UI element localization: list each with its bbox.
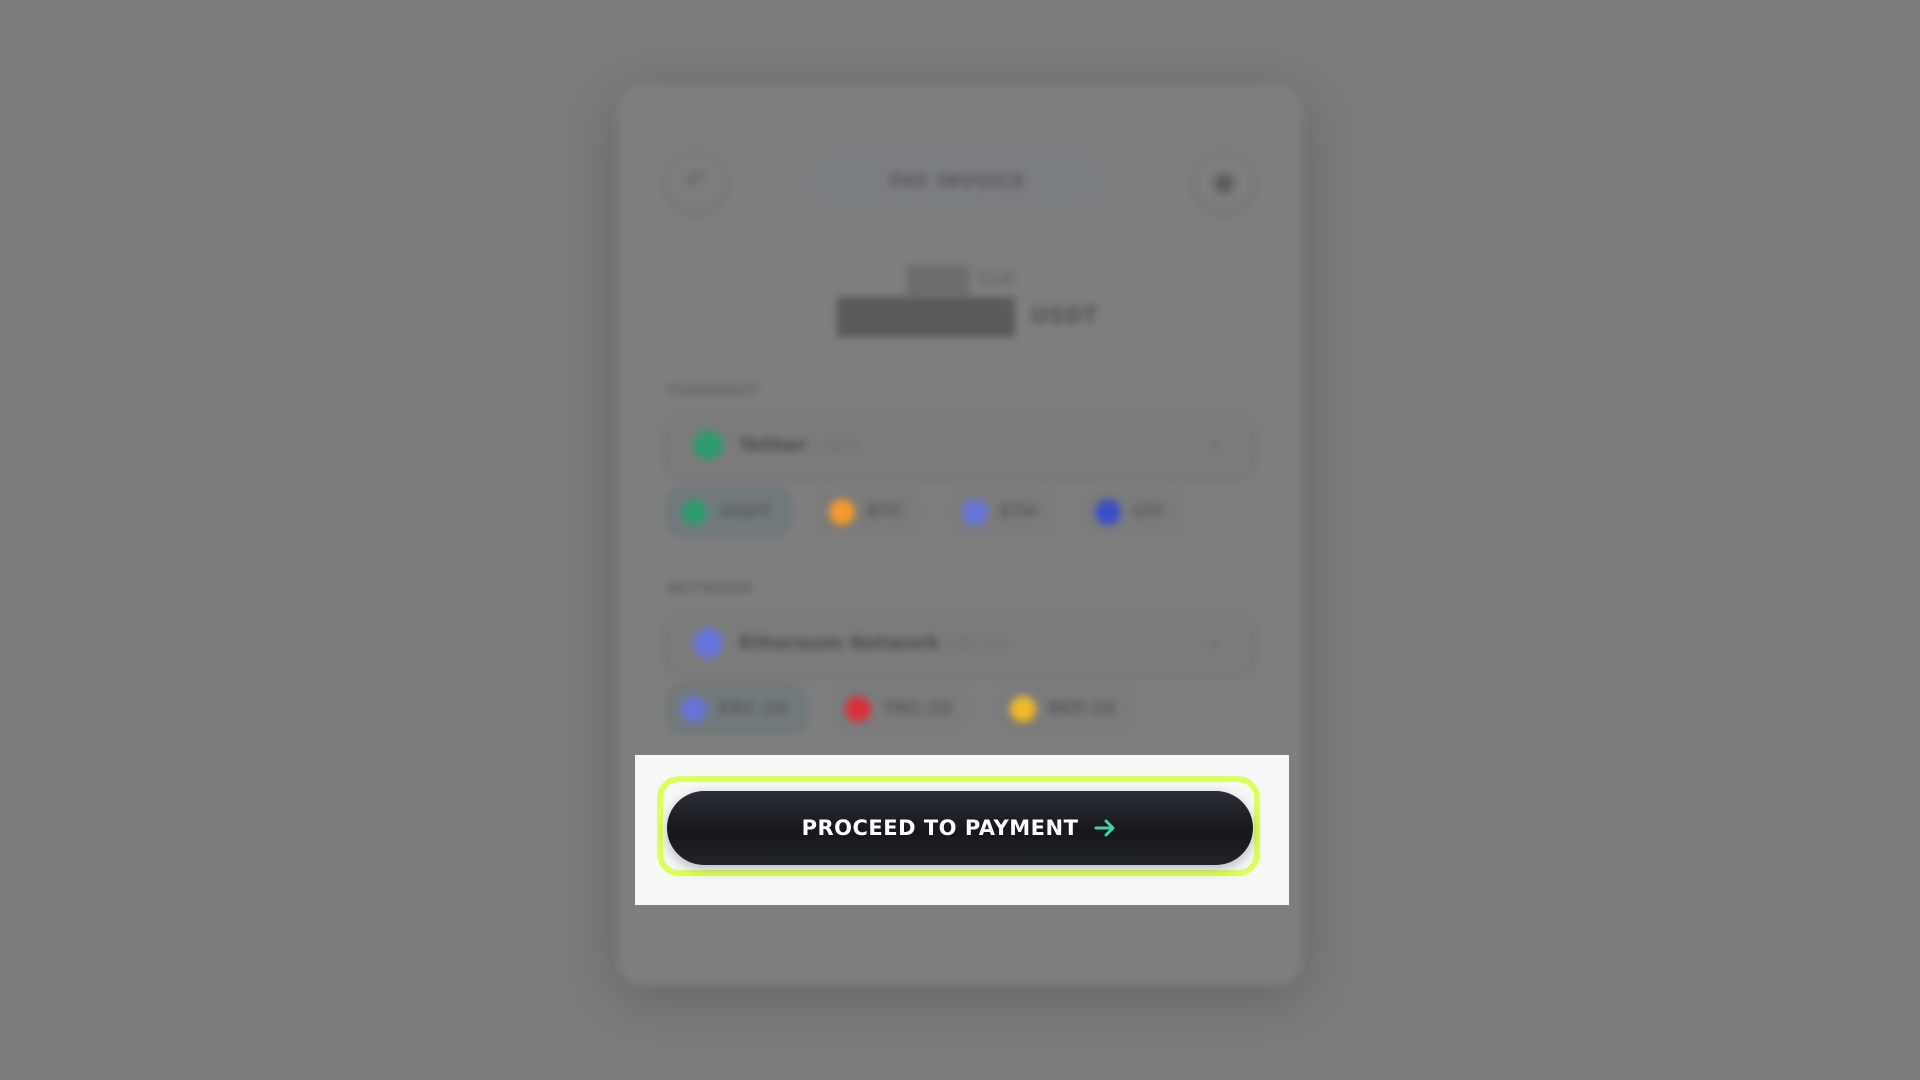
tether-icon bbox=[693, 430, 723, 460]
currency-chip-ltc[interactable]: LTC bbox=[1081, 488, 1186, 536]
currency-label: CURRENCY bbox=[667, 383, 760, 399]
currency-code: USDT bbox=[815, 436, 860, 455]
proceed-to-payment-button[interactable]: PROCEED TO PAYMENT bbox=[667, 791, 1253, 865]
usdt-icon bbox=[681, 499, 707, 525]
crypto-amount: USDT bbox=[837, 297, 1098, 337]
currency-chips: USDT BTC ETH LTC bbox=[667, 488, 1186, 536]
btc-icon bbox=[828, 499, 855, 525]
proceed-label: PROCEED TO PAYMENT bbox=[801, 816, 1079, 840]
network-select[interactable]: Ethereum Network ERC-20 ⌄ bbox=[667, 613, 1253, 673]
ltc-icon bbox=[1095, 499, 1122, 525]
back-button[interactable]: ↶ bbox=[667, 153, 725, 211]
network-chip-trc20[interactable]: TRC-20 bbox=[831, 685, 972, 733]
redacted-value bbox=[907, 265, 969, 295]
bep20-icon bbox=[1009, 696, 1036, 722]
arrow-right-icon bbox=[1092, 815, 1118, 841]
settings-button[interactable]: ● bbox=[1195, 153, 1253, 211]
network-chip-erc20[interactable]: ERC-20 bbox=[667, 685, 808, 733]
erc20-icon bbox=[681, 696, 707, 722]
currency-chip-btc[interactable]: BTC bbox=[814, 488, 924, 536]
currency-select[interactable]: Tether USDT ⌄ bbox=[667, 415, 1253, 475]
network-name: Ethereum Network bbox=[739, 632, 941, 654]
ethereum-icon bbox=[693, 628, 723, 658]
chevron-down-icon: ⌄ bbox=[1207, 433, 1223, 454]
network-chips: ERC-20 TRC-20 BEP-20 bbox=[667, 685, 1136, 733]
redacted-value bbox=[837, 297, 1015, 337]
trc20-icon bbox=[845, 696, 872, 722]
eth-icon bbox=[961, 499, 988, 525]
gear-icon: ● bbox=[1212, 167, 1236, 197]
currency-chip-usdt[interactable]: USDT bbox=[667, 488, 791, 536]
chevron-down-icon: ⌄ bbox=[1207, 631, 1223, 652]
network-label: NETWORK bbox=[667, 581, 754, 597]
network-chip-bep20[interactable]: BEP-20 bbox=[995, 685, 1136, 733]
fiat-amount: EUR bbox=[907, 265, 1016, 295]
undo-arrow-icon: ↶ bbox=[685, 167, 707, 197]
page-title: PAY INVOICE bbox=[807, 153, 1109, 209]
network-code: ERC-20 bbox=[948, 634, 1006, 653]
currency-name: Tether bbox=[739, 434, 808, 456]
currency-chip-eth[interactable]: ETH bbox=[947, 488, 1058, 536]
